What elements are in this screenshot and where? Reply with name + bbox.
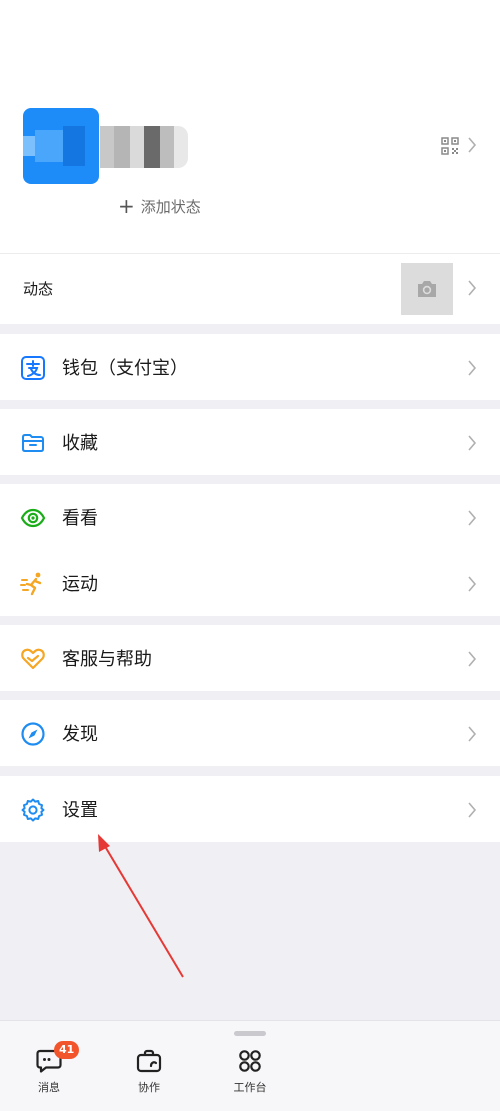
favorites-group: 收藏 <box>0 409 500 475</box>
chevron-right-icon <box>468 802 477 818</box>
menu-item-sports[interactable]: 运动 <box>0 550 500 616</box>
nav-label: 协作 <box>138 1081 160 1094</box>
menu-item-discover[interactable]: 发现 <box>0 700 500 766</box>
chevron-right-icon <box>468 726 477 742</box>
discover-group: 发现 <box>0 700 500 766</box>
add-status-button[interactable]: + 添加状态 <box>118 195 201 217</box>
compass-icon <box>21 722 45 746</box>
heart-help-icon <box>21 648 45 670</box>
plus-icon: + <box>118 194 135 218</box>
support-group: 客服与帮助 <box>0 625 500 691</box>
nav-item-workbench[interactable]: 工作台 <box>215 1047 285 1095</box>
chevron-right-icon <box>468 137 477 153</box>
chevron-right-icon <box>468 435 477 451</box>
nav-item-messages[interactable]: 41 消息 <box>14 1041 84 1095</box>
menu-item-wallet[interactable]: 钱包（支付宝） <box>0 334 500 400</box>
nav-label: 工作台 <box>233 1081 267 1094</box>
folder-icon <box>22 434 44 452</box>
camera-icon <box>418 281 436 297</box>
menu-item-settings[interactable]: 设置 <box>0 776 500 842</box>
chevron-right-icon <box>468 576 477 592</box>
menu-item-label: 客服与帮助 <box>62 649 152 670</box>
moments-row[interactable]: 动态 <box>0 254 500 324</box>
menu-item-label: 钱包（支付宝） <box>62 358 188 379</box>
avatar-pixel <box>35 130 63 162</box>
qr-code-icon[interactable] <box>441 137 459 155</box>
menu-item-favorites[interactable]: 收藏 <box>0 409 500 475</box>
add-status-label: 添加状态 <box>140 197 201 216</box>
alipay-icon <box>21 356 45 380</box>
chevron-right-icon <box>468 280 477 296</box>
chevron-right-icon <box>468 651 477 667</box>
nav-item-collaborate[interactable]: 协作 <box>114 1047 184 1095</box>
eye-icon <box>20 508 46 528</box>
username-blurred[interactable] <box>100 126 196 168</box>
avatar[interactable] <box>23 108 99 184</box>
settings-group: 设置 <box>0 776 500 842</box>
menu-item-label: 看看 <box>62 508 98 529</box>
unread-badge: 41 <box>54 1041 80 1059</box>
discover-content-group: 看看 运动 <box>0 484 500 616</box>
profile-header: + 添加状态 <box>0 0 500 253</box>
bottom-nav: 41 消息 协作 工作台 <box>0 1020 500 1111</box>
briefcase-icon <box>136 1049 162 1073</box>
chevron-right-icon <box>468 510 477 526</box>
running-icon <box>20 572 42 596</box>
drag-handle[interactable] <box>234 1031 266 1036</box>
avatar-pixel <box>63 126 85 166</box>
grid-apps-icon <box>239 1050 261 1072</box>
wallet-group: 钱包（支付宝） <box>0 334 500 400</box>
nav-label: 消息 <box>38 1081 60 1094</box>
menu-item-label: 发现 <box>62 724 98 745</box>
me-page: + 添加状态 动态 钱包（支付宝） 收藏 看看 运动 客服与帮助 发现 设置 4… <box>0 0 500 1111</box>
gear-icon <box>21 798 45 822</box>
menu-item-watch[interactable]: 看看 <box>0 484 500 550</box>
menu-item-support[interactable]: 客服与帮助 <box>0 625 500 691</box>
chevron-right-icon <box>468 360 477 376</box>
moments-label: 动态 <box>23 280 54 298</box>
menu-item-label: 设置 <box>62 800 98 821</box>
menu-item-label: 收藏 <box>62 433 98 454</box>
menu-item-label: 运动 <box>62 574 98 595</box>
moments-thumbnail[interactable] <box>401 263 453 315</box>
